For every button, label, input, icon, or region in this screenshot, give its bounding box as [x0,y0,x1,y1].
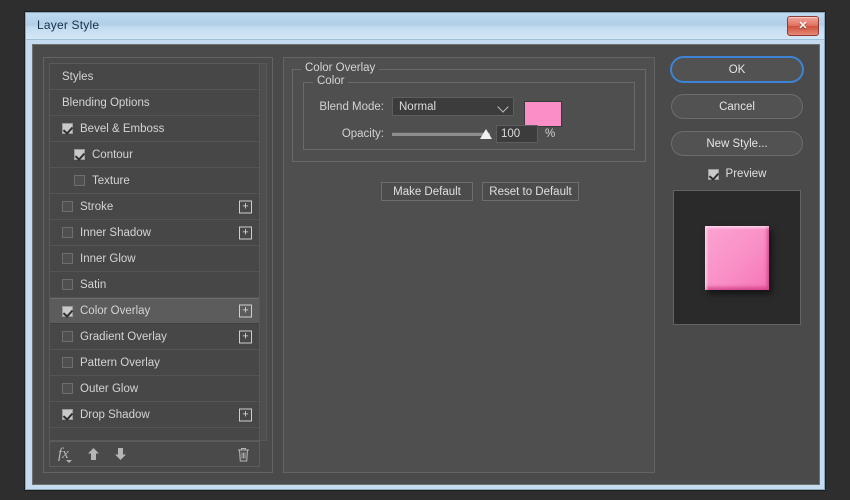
preview-thumbnail [673,190,801,325]
opacity-slider-track [392,132,490,136]
style-row-inner-shadow[interactable]: Inner Shadow + [50,220,259,246]
add-effect-icon[interactable]: + [239,200,252,213]
styles-list-scrollbar[interactable] [259,63,267,441]
preview-checkbox-row[interactable]: Preview [671,168,803,180]
preview-label: Preview [726,168,767,180]
style-row-label: Texture [92,175,130,187]
arrow-down-icon[interactable] [114,447,127,461]
style-row-stroke[interactable]: Stroke + [50,194,259,220]
style-row-satin[interactable]: Satin [50,272,259,298]
style-row-label: Styles [62,71,93,83]
style-row-label: Contour [92,149,133,161]
blend-mode-value: Normal [399,101,436,113]
style-checkbox[interactable] [74,149,85,160]
add-effect-icon[interactable]: + [239,305,252,318]
trash-icon[interactable] [237,447,250,462]
style-row-label: Inner Shadow [80,227,151,239]
style-row-pattern-overlay[interactable]: Pattern Overlay [50,350,259,376]
style-row-label: Drop Shadow [80,409,150,421]
style-row-label: Pattern Overlay [80,357,160,369]
style-checkbox[interactable] [62,331,73,342]
color-overlay-panel: Color Overlay Color Blend Mode: Normal [283,57,655,473]
preview-checkbox[interactable] [708,169,719,180]
cancel-button[interactable]: Cancel [671,94,803,119]
actions-panel: OK Cancel New Style... Preview [663,57,811,325]
opacity-input[interactable] [496,125,538,143]
style-row-label: Blending Options [62,97,150,109]
style-row-styles[interactable]: Styles [50,64,259,90]
style-checkbox[interactable] [74,175,85,186]
style-row-contour[interactable]: Contour [50,142,259,168]
color-group-title: Color [313,75,348,87]
styles-list[interactable]: Styles Blending Options Bevel & Emboss Cont… [49,63,260,441]
styles-toolbar: fx [49,441,260,467]
blend-mode-label: Blend Mode: [312,101,384,113]
color-swatch[interactable] [524,101,562,127]
window-titlebar[interactable]: Layer Style ✕ [26,13,824,40]
style-row-label: Gradient Overlay [80,331,167,343]
styles-panel: Styles Blending Options Bevel & Emboss Cont… [43,57,273,473]
style-row-gradient-overlay[interactable]: Gradient Overlay + [50,324,259,350]
opacity-slider[interactable] [392,126,490,142]
chevron-down-icon [497,101,508,112]
style-checkbox[interactable] [62,306,73,317]
style-checkbox[interactable] [62,279,73,290]
layer-style-window: Layer Style ✕ Styles Blending Options Beve… [25,12,825,490]
ok-button[interactable]: OK [671,57,803,82]
style-row-texture[interactable]: Texture [50,168,259,194]
blend-mode-select[interactable]: Normal [392,97,514,116]
arrow-up-icon[interactable] [87,447,100,461]
style-checkbox[interactable] [62,123,73,134]
style-checkbox[interactable] [62,253,73,264]
style-row-label: Bevel & Emboss [80,123,164,135]
opacity-slider-thumb[interactable] [480,129,492,139]
style-row-label: Inner Glow [80,253,136,265]
make-default-button[interactable]: Make Default [381,182,473,201]
style-row-blending-options[interactable]: Blending Options [50,90,259,116]
style-checkbox[interactable] [62,201,73,212]
style-row-label: Outer Glow [80,383,138,395]
window-title: Layer Style [37,18,99,32]
style-checkbox[interactable] [62,409,73,420]
preview-swatch-shape [705,226,769,290]
close-glyph: ✕ [798,21,807,32]
style-row-label: Color Overlay [80,305,150,317]
opacity-unit-label: % [545,128,555,140]
fx-icon[interactable]: fx [58,446,69,463]
style-row-inner-glow[interactable]: Inner Glow [50,246,259,272]
style-checkbox[interactable] [62,357,73,368]
opacity-label: Opacity: [312,128,384,140]
style-checkbox[interactable] [62,227,73,238]
style-row-color-overlay[interactable]: Color Overlay + [50,298,259,324]
add-effect-icon[interactable]: + [239,226,252,239]
dialog-body: Styles Blending Options Bevel & Emboss Cont… [32,44,820,485]
color-overlay-title: Color Overlay [301,62,379,74]
color-group-fieldset: Color Blend Mode: Normal Opacity: [303,82,635,150]
add-effect-icon[interactable]: + [239,330,252,343]
style-row-drop-shadow[interactable]: Drop Shadow + [50,402,259,428]
add-effect-icon[interactable]: + [239,408,252,421]
blend-mode-row: Blend Mode: Normal [312,97,514,116]
style-row-bevel-emboss[interactable]: Bevel & Emboss [50,116,259,142]
style-row-label: Stroke [80,201,113,213]
desktop-backdrop: Layer Style ✕ Styles Blending Options Beve… [0,0,850,500]
color-overlay-fieldset: Color Overlay Color Blend Mode: Normal [292,69,646,162]
close-icon[interactable]: ✕ [787,16,819,36]
style-checkbox[interactable] [62,383,73,394]
style-row-outer-glow[interactable]: Outer Glow [50,376,259,402]
style-row-label: Satin [80,279,106,291]
opacity-row: Opacity: % [312,125,555,143]
reset-to-default-button[interactable]: Reset to Default [482,182,579,201]
new-style-button[interactable]: New Style... [671,131,803,156]
